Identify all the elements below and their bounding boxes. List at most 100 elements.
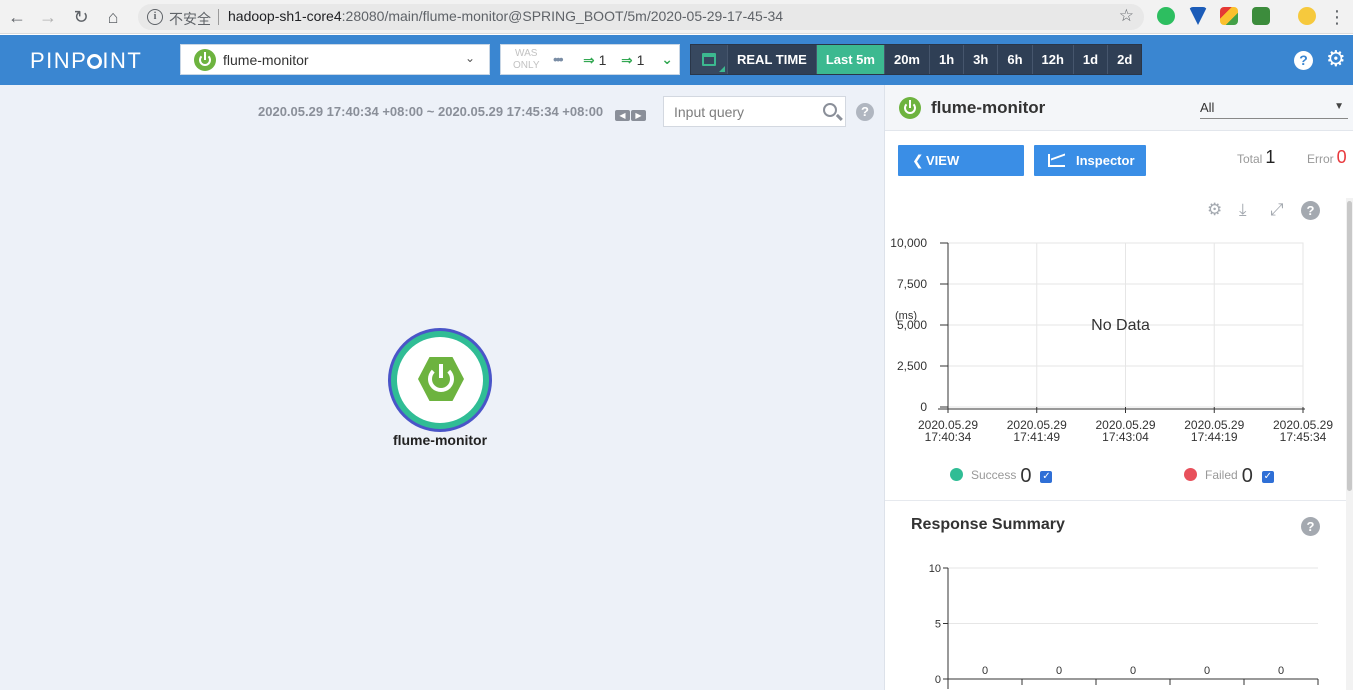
period-selector: REAL TIME Last 5m 20m 1h 3h 6h 12h 1d 2d — [690, 44, 1143, 75]
failed-count: 0 — [1241, 465, 1253, 487]
chart-help-icon[interactable]: ? — [1301, 201, 1320, 220]
download-icon[interactable]: ⤓ — [1239, 200, 1247, 220]
node-body — [397, 337, 483, 423]
x-tick-label-time: 17:45:34 — [1280, 430, 1327, 444]
period-1d[interactable]: 1d — [1072, 45, 1107, 74]
help-icon[interactable]: ? — [1294, 51, 1313, 70]
panel-scrollbar-thumb[interactable] — [1347, 201, 1352, 491]
spring-boot-icon — [418, 357, 464, 401]
total-count: Total 1 — [1237, 147, 1275, 168]
failed-dot — [1184, 468, 1197, 481]
period-realtime[interactable]: REAL TIME — [727, 45, 816, 74]
color-extension-icon[interactable] — [1220, 7, 1238, 25]
application-select-value: flume-monitor — [223, 52, 309, 68]
chevron-left-icon: ❮ — [912, 152, 924, 168]
inbound-arrow-icon: ⇒ — [583, 52, 595, 68]
was-only-line-2: ONLY — [513, 60, 540, 71]
query-box — [663, 96, 846, 127]
spring-boot-icon — [194, 49, 216, 71]
error-value: 0 — [1336, 147, 1347, 167]
application-node[interactable] — [388, 328, 492, 432]
forward-icon[interactable]: → — [37, 6, 59, 28]
browser-toolbar: ← → ↻ ⌂ i 不安全 hadoop-sh1-core4:28080/mai… — [0, 0, 1353, 34]
calendar-icon[interactable] — [691, 45, 727, 74]
failed-checkbox[interactable]: ✓ — [1261, 471, 1274, 483]
vue-extension-icon[interactable] — [1189, 7, 1207, 25]
period-12h[interactable]: 12h — [1031, 45, 1073, 74]
application-select[interactable]: flume-monitor ⌄ — [180, 44, 490, 75]
bar-value-label: 0 — [1130, 665, 1136, 677]
view-servers-label: VIEW SERVERS — [926, 153, 988, 199]
view-servers-button[interactable]: ❮ VIEW SERVERS — [898, 145, 1024, 199]
total-value: 1 — [1265, 147, 1276, 167]
profile-avatar-icon[interactable] — [1298, 7, 1316, 25]
bar-value-label: 0 — [1056, 665, 1062, 677]
response-summary-help-icon[interactable]: ? — [1301, 517, 1320, 536]
range-prev-icon[interactable]: ◀ — [615, 110, 630, 121]
node-label: flume-monitor — [392, 432, 488, 448]
pinpoint-logo[interactable]: PINP INT — [30, 48, 142, 74]
time-range: 2020.05.29 17:40:34 +08:00 ~ 2020.05.29 … — [258, 104, 604, 119]
url-text[interactable]: hadoop-sh1-core4:28080/main/flume-monito… — [228, 8, 783, 24]
server-map[interactable]: 2020.05.29 17:40:34 +08:00 ~ 2020.05.29 … — [0, 85, 884, 690]
no-data-label: No Data — [1091, 317, 1150, 334]
query-input[interactable] — [664, 97, 814, 126]
success-legend: Success 0 ✓ — [950, 465, 1053, 488]
y-tick-label: 5,000 — [897, 318, 927, 332]
y-tick-label: 7,500 — [897, 277, 927, 291]
y-tick-label: 0 — [920, 400, 927, 414]
bookmark-star-icon[interactable]: ☆ — [1119, 6, 1134, 26]
back-icon[interactable]: ← — [6, 6, 28, 28]
gear-icon[interactable]: ⚙ — [1326, 47, 1346, 71]
info-icon[interactable]: i — [147, 9, 163, 25]
chart-settings-icon[interactable]: ⚙ — [1207, 200, 1222, 220]
url-path: :28080/main/flume-monitor@SPRING_BOOT/5m… — [341, 8, 784, 24]
period-1h[interactable]: 1h — [929, 45, 963, 74]
error-count: Error 0 — [1307, 147, 1347, 168]
browser-menu-icon[interactable]: ⋮ — [1326, 6, 1348, 28]
search-icon[interactable] — [823, 103, 837, 117]
time-range-nav: ◀ ▶ — [615, 105, 647, 123]
evernote-extension-icon[interactable] — [1157, 7, 1175, 25]
failed-label: Failed — [1205, 468, 1238, 482]
x-tick-label-time: 17:41:49 — [1013, 430, 1060, 444]
bar-value-label: 0 — [1278, 665, 1284, 677]
agent-select[interactable]: All ▼ — [1200, 99, 1348, 119]
success-checkbox[interactable]: ✓ — [1040, 471, 1053, 483]
was-only-filter[interactable]: WAS ONLY ••• ⇒ 1 ⇒ 1 ⌄ — [500, 44, 680, 75]
green-extension-icon[interactable] — [1252, 7, 1270, 25]
inbound-depth[interactable]: ⇒ 1 — [583, 52, 606, 69]
chevron-down-icon[interactable]: ⌄ — [661, 51, 673, 68]
period-3h[interactable]: 3h — [963, 45, 997, 74]
agent-select-value: All — [1200, 100, 1215, 115]
period-last-5m[interactable]: Last 5m — [815, 45, 884, 74]
bar-value-label: 0 — [982, 665, 988, 677]
spring-boot-icon — [899, 97, 921, 119]
bar-value-label: 0 — [1204, 665, 1210, 677]
home-icon[interactable]: ⌂ — [102, 6, 124, 28]
x-tick-label-time: 17:43:04 — [1102, 430, 1149, 444]
inspector-button[interactable]: Inspector — [1034, 145, 1146, 176]
section-divider — [885, 500, 1353, 501]
period-2d[interactable]: 2d — [1107, 45, 1141, 74]
x-tick-label-time: 17:40:34 — [925, 430, 972, 444]
outbound-depth-value: 1 — [636, 52, 645, 68]
address-bar[interactable]: i 不安全 hadoop-sh1-core4:28080/main/flume-… — [138, 4, 1144, 30]
y-tick-label: 2,500 — [897, 359, 927, 373]
period-6h[interactable]: 6h — [997, 45, 1031, 74]
outbound-arrow-icon: ⇒ — [621, 52, 633, 68]
was-only-label[interactable]: WAS ONLY — [513, 48, 540, 72]
reload-icon[interactable]: ↻ — [70, 6, 92, 28]
panel-title: flume-monitor — [931, 98, 1046, 117]
total-label: Total — [1237, 152, 1263, 166]
query-help-icon[interactable]: ? — [856, 103, 874, 121]
response-summary-chart[interactable]: 10 5 0 0 0 0 0 0 — [885, 555, 1345, 690]
expand-icon[interactable]: ⤢ — [1270, 200, 1284, 220]
response-scatter-chart[interactable]: (ms) 10,0007,5005,0002,50002020.05.2917:… — [885, 220, 1345, 460]
range-next-icon[interactable]: ▶ — [631, 110, 646, 121]
period-20m[interactable]: 20m — [883, 45, 929, 74]
outbound-depth[interactable]: ⇒ 1 — [621, 52, 644, 69]
chart-line-icon — [1048, 154, 1065, 167]
y-tick-label: 10,000 — [890, 236, 927, 250]
success-count: 0 — [1020, 465, 1032, 487]
